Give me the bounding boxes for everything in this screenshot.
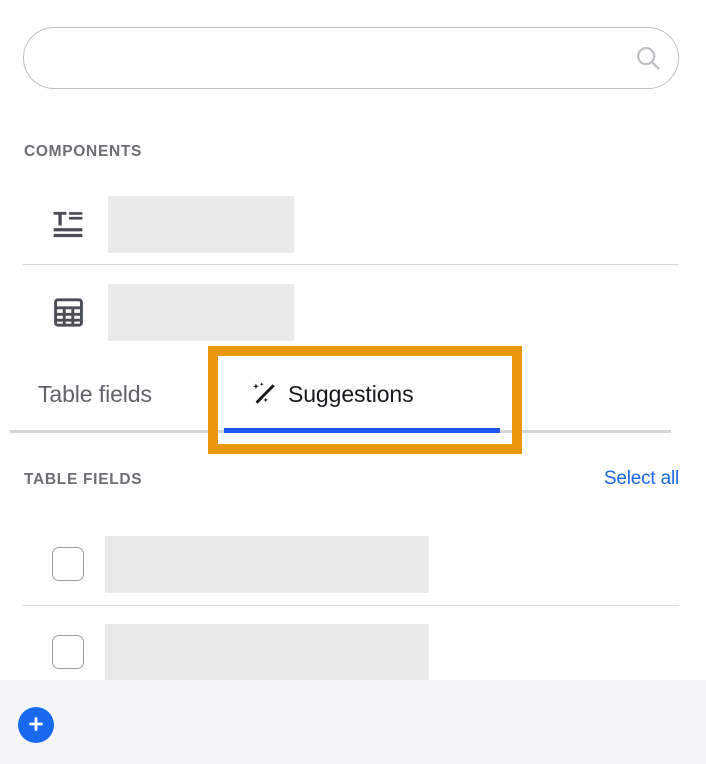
tab-suggestions-label: Suggestions <box>288 380 414 407</box>
field-checkbox[interactable] <box>52 547 84 581</box>
table-field-row[interactable] <box>0 616 706 688</box>
field-label-placeholder <box>105 623 429 681</box>
table-fields-divider <box>23 605 679 606</box>
component-label-placeholder <box>108 283 294 341</box>
table-fields-section-label: TABLE FIELDS <box>24 471 143 488</box>
search-icon[interactable] <box>624 28 678 88</box>
search-bar[interactable] <box>23 27 679 89</box>
table-grid-icon <box>46 290 90 334</box>
plus-icon <box>26 714 46 737</box>
component-item-text[interactable] <box>0 190 706 258</box>
component-label-placeholder <box>108 195 294 253</box>
tab-bar: Table fields Suggestions <box>0 366 706 432</box>
tab-table-fields-label: Table fields <box>38 380 152 407</box>
footer-bar <box>0 680 706 764</box>
magic-wand-icon <box>251 380 279 408</box>
tab-suggestions[interactable]: Suggestions <box>251 366 414 422</box>
search-input[interactable] <box>24 28 624 88</box>
field-label-placeholder <box>105 535 429 593</box>
tab-table-fields[interactable]: Table fields <box>38 366 152 422</box>
components-divider <box>23 264 679 265</box>
field-checkbox[interactable] <box>52 635 84 669</box>
component-item-table[interactable] <box>0 278 706 346</box>
add-button[interactable] <box>18 707 54 743</box>
table-field-row[interactable] <box>0 528 706 600</box>
tab-active-indicator <box>224 428 500 433</box>
select-all-link[interactable]: Select all <box>604 468 679 490</box>
text-format-icon <box>46 202 90 246</box>
components-section-label: COMPONENTS <box>24 143 143 160</box>
